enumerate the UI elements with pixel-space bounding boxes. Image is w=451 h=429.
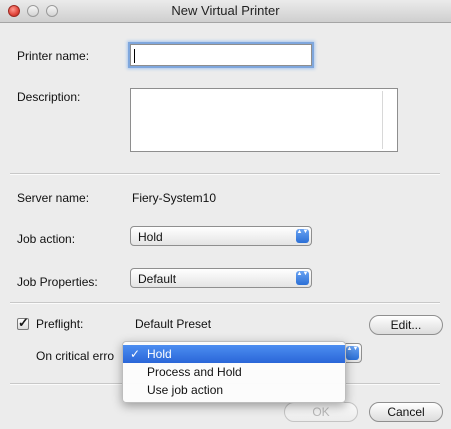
server-name-value: Fiery-System10	[132, 191, 217, 205]
popup-arrows-icon: ▲▼	[296, 271, 309, 285]
description-scrollbar[interactable]	[382, 91, 395, 149]
job-action-popup[interactable]: Hold ▲▼	[130, 226, 312, 246]
window-title: New Virtual Printer	[171, 3, 280, 18]
title-bar: New Virtual Printer	[0, 0, 451, 23]
printer-name-label: Printer name:	[17, 49, 90, 63]
menu-item-hold[interactable]: ✓ Hold	[123, 345, 345, 363]
popup-arrows-icon: ▲▼	[346, 346, 359, 360]
preflight-checkbox[interactable]: ✓	[17, 315, 29, 330]
description-field[interactable]	[130, 88, 398, 152]
preflight-preset-value: Default Preset	[135, 317, 212, 331]
critical-error-label: On critical erro	[36, 349, 115, 363]
separator	[10, 302, 440, 304]
preflight-label: Preflight:	[36, 317, 84, 331]
popup-arrows-icon: ▲▼	[296, 229, 309, 243]
checkmark-icon: ✓	[18, 315, 29, 330]
menu-item-label: Hold	[147, 347, 172, 361]
job-action-label: Job action:	[17, 232, 76, 246]
description-label: Description:	[17, 90, 81, 104]
menu-item-label: Use job action	[147, 383, 224, 397]
printer-name-input[interactable]	[130, 44, 312, 66]
job-properties-label: Job Properties:	[17, 275, 98, 289]
edit-button[interactable]: Edit...	[369, 315, 443, 335]
separator	[10, 173, 440, 175]
ok-button[interactable]: OK	[284, 402, 358, 422]
menu-item-use-job-action[interactable]: Use job action	[123, 381, 345, 399]
job-properties-popup[interactable]: Default ▲▼	[130, 268, 312, 288]
menu-item-label: Process and Hold	[147, 365, 242, 379]
critical-error-menu: ✓ Hold Process and Hold Use job action	[122, 341, 346, 403]
server-name-label: Server name:	[17, 191, 90, 205]
job-properties-value: Default	[138, 272, 177, 286]
menu-item-process-and-hold[interactable]: Process and Hold	[123, 363, 345, 381]
cancel-button[interactable]: Cancel	[369, 402, 443, 422]
checkmark-icon: ✓	[130, 347, 141, 361]
text-caret	[134, 49, 135, 63]
job-action-value: Hold	[138, 230, 163, 244]
